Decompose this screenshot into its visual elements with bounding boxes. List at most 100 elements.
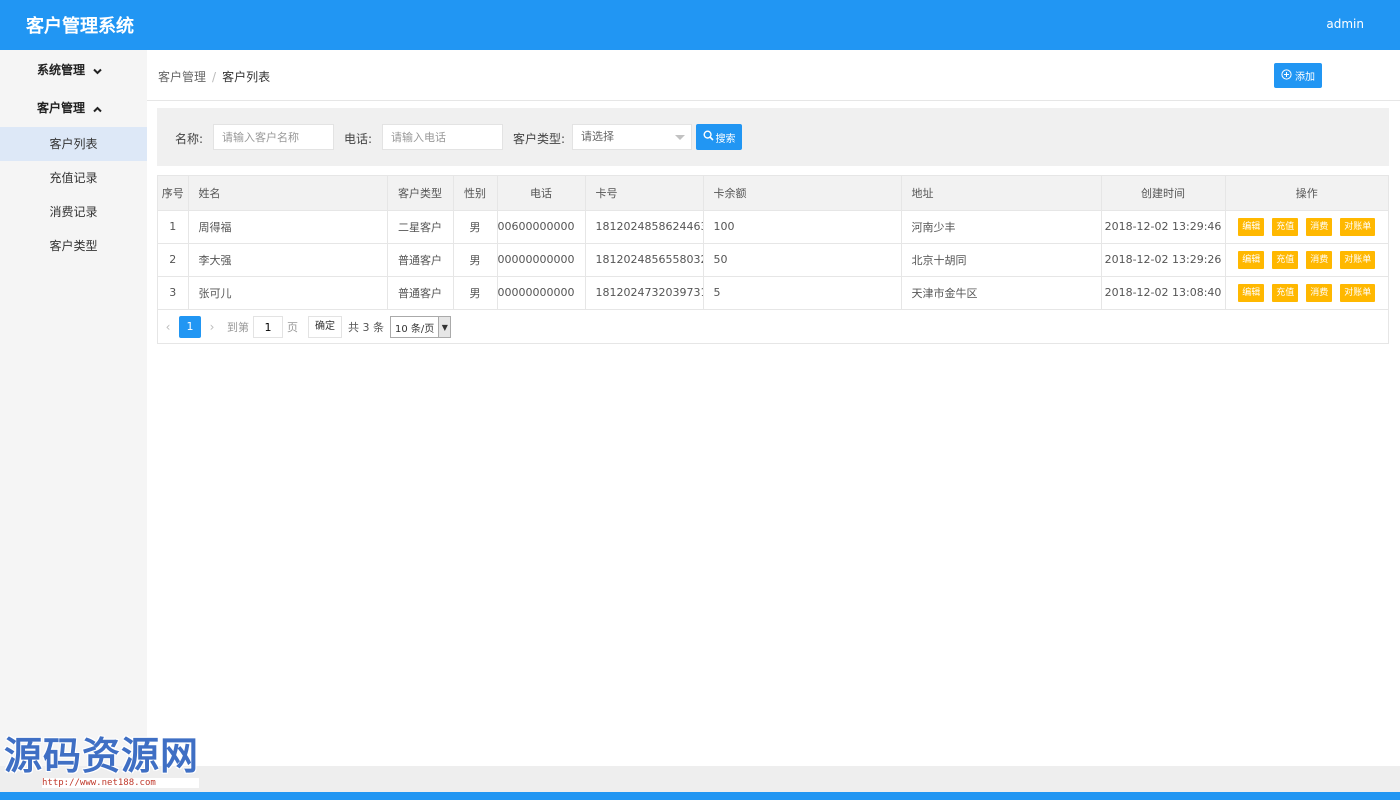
search-button-label: 搜索 [715, 133, 736, 145]
header-divider [147, 100, 1400, 101]
cell-gender: 男 [453, 276, 498, 310]
breadcrumb-separator: / [212, 70, 217, 84]
sidebar-item-customer-types[interactable]: 客户类型 [0, 229, 147, 263]
current-user[interactable]: admin [1326, 17, 1364, 31]
customer-type-label: 客户类型: [513, 132, 566, 146]
cell-no: 2 [158, 243, 189, 277]
column-header: 地址 [901, 176, 1102, 211]
cell-type: 二星客户 [387, 210, 454, 244]
table-header-row: 序号 姓名 客户类型 性别 电话 卡号 卡余额 地址 创建时间 操作 [158, 176, 1388, 211]
chevron-down-icon [93, 52, 102, 90]
app-title: 客户管理系统 [26, 16, 134, 37]
consume-button[interactable]: 消费 [1306, 250, 1333, 269]
add-customer-button[interactable]: 添加 [1274, 63, 1322, 88]
statement-button[interactable]: 对账单 [1340, 217, 1376, 236]
cell-card: 1812024856558032 [585, 243, 704, 277]
cell-name: 张可儿 [188, 276, 388, 310]
column-header: 创建时间 [1101, 176, 1226, 211]
cell-gender: 男 [453, 210, 498, 244]
column-header: 操作 [1225, 176, 1388, 211]
column-header: 卡号 [585, 176, 704, 211]
cell-name: 周得福 [188, 210, 388, 244]
column-header: 电话 [497, 176, 586, 211]
cell-no: 1 [158, 210, 189, 244]
column-header: 客户类型 [387, 176, 454, 211]
cell-type: 普通客户 [387, 276, 454, 310]
goto-label: 到第 [227, 321, 249, 334]
search-panel: 名称: 电话: 客户类型: 请选择 搜索 [157, 108, 1389, 166]
total-count: 共 3 条 [348, 321, 384, 334]
cell-created: 2018-12-02 13:29:46 [1101, 210, 1226, 244]
column-header: 姓名 [188, 176, 388, 211]
cell-address: 天津市金牛区 [901, 276, 1102, 310]
customer-name-input[interactable] [213, 124, 334, 150]
cell-type: 普通客户 [387, 243, 454, 277]
statement-button[interactable]: 对账单 [1340, 283, 1376, 302]
page-size-value: 10 条/页 [395, 323, 435, 335]
breadcrumb: 客户管理 / 客户列表 [158, 68, 270, 85]
main-content: 客户管理 / 客户列表 添加 名称: 电话: 客户类型: 请选择 搜索 [147, 50, 1400, 766]
watermark-text: 源码资源网 [4, 733, 200, 778]
breadcrumb-parent[interactable]: 客户管理 [158, 70, 206, 84]
cell-card: 1812024858624463 [585, 210, 704, 244]
breadcrumb-current: 客户列表 [222, 70, 271, 84]
table-row: 2 李大强 普通客户 男 00000000000 181202485655803… [158, 243, 1388, 277]
page-1-button[interactable]: 1 [179, 316, 201, 338]
recharge-button[interactable]: 充值 [1272, 250, 1299, 269]
recharge-button[interactable]: 充值 [1272, 283, 1299, 302]
column-header: 序号 [158, 176, 189, 211]
edit-button[interactable]: 编辑 [1238, 217, 1265, 236]
cell-name: 李大强 [188, 243, 388, 277]
sidebar-item-recharge-records[interactable]: 充值记录 [0, 161, 147, 195]
page-size-select[interactable]: 10 条/页 ▼ [390, 316, 452, 338]
nav-group-customer[interactable]: 客户管理 [0, 89, 147, 127]
cell-address: 河南少丰 [901, 210, 1102, 244]
footer [0, 766, 1400, 792]
search-button[interactable]: 搜索 [696, 124, 742, 150]
page-unit-label: 页 [287, 321, 298, 334]
cell-actions: 编辑 充值 消费 对账单 [1225, 276, 1388, 310]
nav-group-label: 客户管理 [37, 101, 86, 115]
phone-label: 电话: [344, 132, 373, 146]
app-header: 客户管理系统 admin [0, 0, 1400, 50]
cell-created: 2018-12-02 13:29:26 [1101, 243, 1226, 277]
cell-gender: 男 [453, 243, 498, 277]
cell-no: 3 [158, 276, 189, 310]
goto-page-input[interactable] [253, 316, 283, 338]
sidebar: 系统管理 客户管理 客户列表 充值记录 消费记录 客户类型 [0, 50, 147, 766]
cell-phone: 00000000000 [497, 243, 586, 277]
cell-balance: 5 [703, 276, 902, 310]
nav-group-system[interactable]: 系统管理 [0, 51, 147, 89]
consume-button[interactable]: 消费 [1306, 217, 1333, 236]
customer-type-placeholder: 请选择 [581, 130, 614, 143]
cell-phone: 00000000000 [497, 276, 586, 310]
plus-circle-icon [1281, 68, 1292, 83]
cell-card: 1812024732039731 [585, 276, 704, 310]
phone-input[interactable] [382, 124, 503, 150]
column-header: 性别 [453, 176, 498, 211]
sidebar-item-consume-records[interactable]: 消费记录 [0, 195, 147, 229]
next-page-icon[interactable]: › [201, 320, 223, 334]
goto-confirm-button[interactable]: 确定 [308, 316, 342, 338]
edit-button[interactable]: 编辑 [1238, 250, 1265, 269]
recharge-button[interactable]: 充值 [1272, 217, 1299, 236]
statement-button[interactable]: 对账单 [1340, 250, 1376, 269]
add-button-label: 添加 [1295, 72, 1315, 83]
cell-actions: 编辑 充值 消费 对账单 [1225, 210, 1388, 244]
cell-address: 北京十胡同 [901, 243, 1102, 277]
consume-button[interactable]: 消费 [1306, 283, 1333, 302]
sidebar-item-customer-list[interactable]: 客户列表 [0, 127, 147, 161]
cell-actions: 编辑 充值 消费 对账单 [1225, 243, 1388, 277]
pagination: ‹ 1 › 到第 页 确定 共 3 条 10 条/页 ▼ [157, 315, 452, 339]
edit-button[interactable]: 编辑 [1238, 283, 1265, 302]
prev-page-icon[interactable]: ‹ [157, 320, 179, 334]
name-label: 名称: [175, 132, 204, 146]
watermark: 源码资源网 http://www.net188.com [4, 733, 200, 788]
footer-bar [0, 792, 1400, 800]
customer-type-select[interactable]: 请选择 [572, 124, 692, 150]
caret-down-icon [675, 135, 685, 140]
chevron-up-icon [93, 90, 102, 128]
cell-balance: 50 [703, 243, 902, 277]
cell-created: 2018-12-02 13:08:40 [1101, 276, 1226, 310]
search-icon [702, 130, 714, 144]
